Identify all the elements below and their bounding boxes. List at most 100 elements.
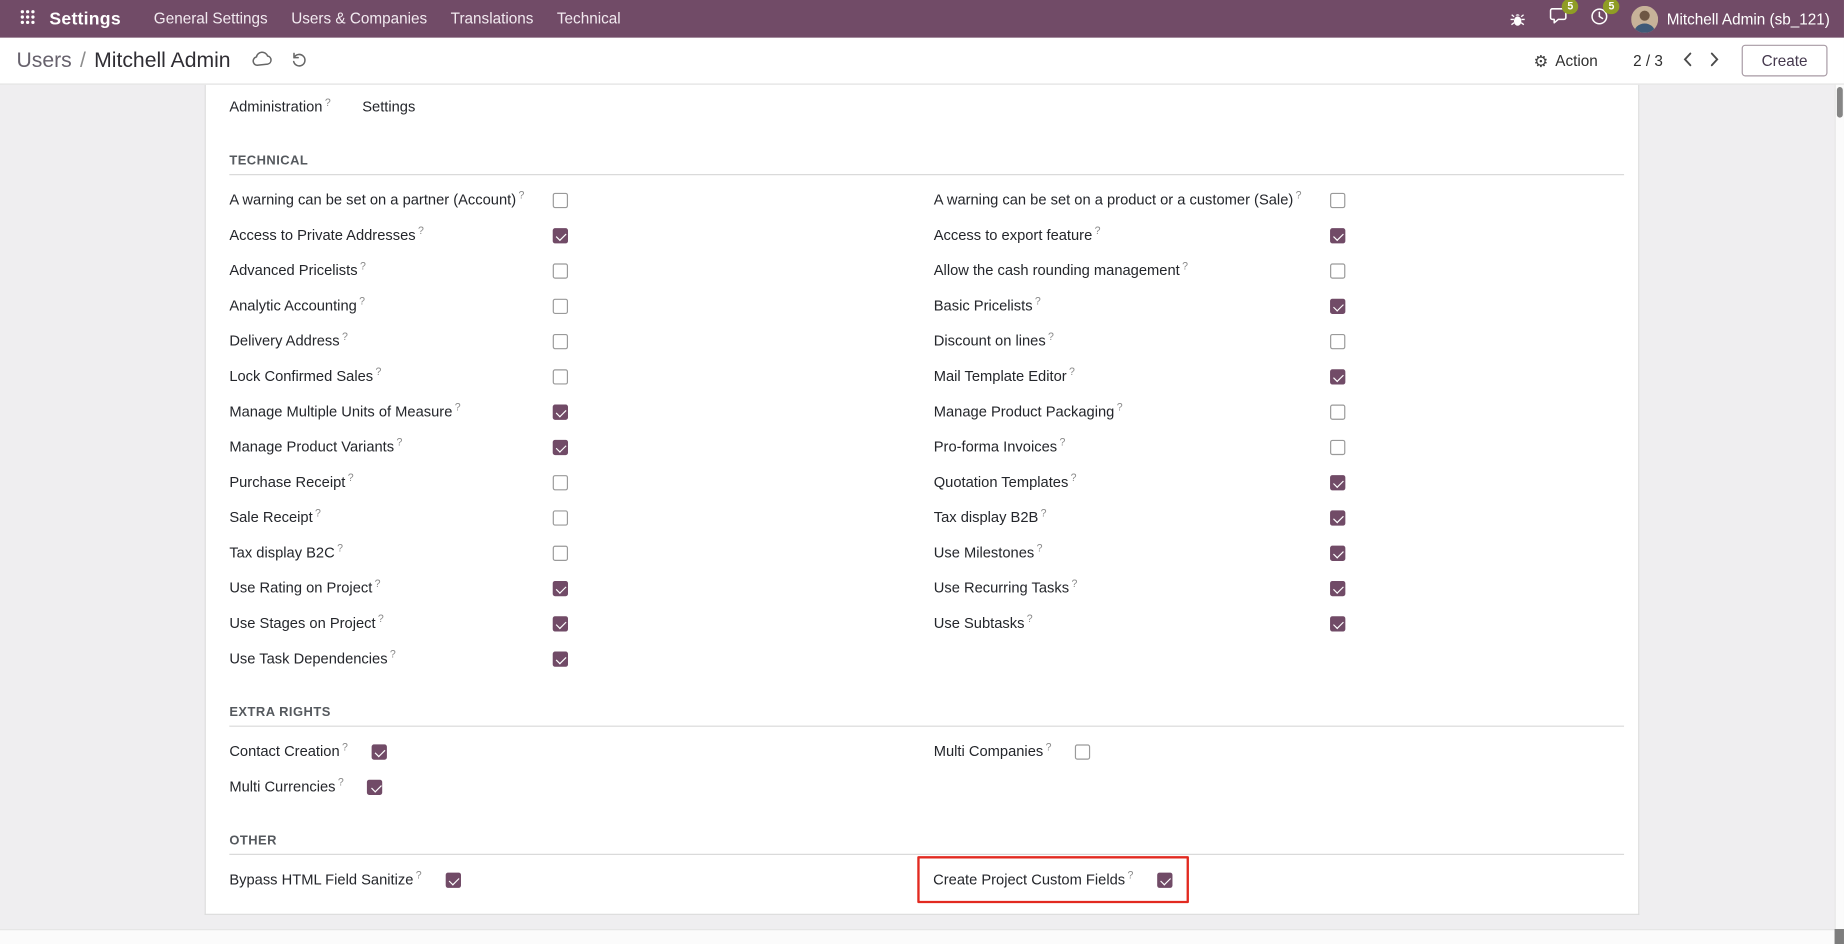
checkbox[interactable] (1330, 298, 1345, 313)
field-label-text: Basic Pricelists (934, 298, 1033, 314)
checkbox[interactable] (1330, 616, 1345, 631)
checkbox[interactable] (553, 545, 568, 560)
checkbox[interactable] (553, 192, 568, 207)
user-menu[interactable]: Mitchell Admin (sb_121) (1631, 5, 1829, 32)
checkbox[interactable] (553, 228, 568, 243)
menu-technical[interactable]: Technical (545, 0, 632, 38)
field-label: Pro-forma Invoices? (934, 439, 1066, 455)
field-box: Manage Product Packaging? (934, 401, 1346, 422)
checkbox[interactable] (1157, 872, 1172, 887)
administration-field-row: Administration? Settings (229, 94, 1624, 120)
checkbox[interactable] (1330, 263, 1345, 278)
checkbox[interactable] (553, 298, 568, 313)
field-box: Sale Receipt? (229, 507, 568, 528)
field-label: Analytic Accounting? (229, 298, 365, 314)
vertical-scrollbar[interactable] (1835, 85, 1844, 929)
checkbox[interactable] (553, 475, 568, 490)
help-icon: ? (416, 869, 422, 881)
checkbox[interactable] (553, 333, 568, 348)
checkbox[interactable] (1330, 545, 1345, 560)
administration-value[interactable]: Settings (362, 99, 415, 115)
field-label-text: Administration (229, 99, 322, 115)
checkbox[interactable] (445, 872, 460, 887)
label-wrap: Basic Pricelists? (934, 295, 1330, 316)
section-title: TECHNICAL (229, 154, 1624, 175)
help-icon: ? (1095, 225, 1101, 237)
field-label: Bypass HTML Field Sanitize? (229, 872, 421, 888)
checkbox[interactable] (1330, 404, 1345, 419)
annotation-highlight: Create Project Custom Fields? (917, 856, 1189, 903)
field-label-text: Advanced Pricelists (229, 262, 357, 278)
checkbox[interactable] (371, 744, 386, 759)
checkbox[interactable] (553, 651, 568, 666)
checkbox[interactable] (1330, 510, 1345, 525)
checkbox[interactable] (1330, 439, 1345, 454)
field-column-right: Multi Companies? (927, 734, 1624, 805)
checkbox[interactable] (553, 510, 568, 525)
field-label-text: Use Subtasks (934, 615, 1025, 631)
content-area: Administration? Settings TECHNICAL A warn… (0, 85, 1844, 944)
checkbox[interactable] (553, 404, 568, 419)
action-menu-button[interactable]: ⚙ Action (1533, 52, 1597, 70)
pager-next-button[interactable] (1710, 51, 1719, 70)
checkbox-sections: TECHNICAL A warning can be set on a partn… (229, 154, 1624, 897)
menu-users-companies[interactable]: Users & Companies (279, 0, 438, 38)
field-row: Manage Multiple Units of Measure? (229, 394, 926, 429)
help-icon: ? (342, 330, 348, 342)
section-technical: TECHNICAL A warning can be set on a partn… (229, 154, 1624, 676)
help-icon: ? (375, 577, 381, 589)
field-box: Advanced Pricelists? (229, 260, 568, 281)
label-wrap: Allow the cash rounding management? (934, 260, 1330, 281)
breadcrumb-users-link[interactable]: Users (16, 48, 71, 73)
section-title: OTHER (229, 834, 1624, 855)
messages-button[interactable]: 5 (1549, 7, 1568, 31)
label-wrap: Tax display B2B? (934, 507, 1330, 528)
vertical-scrollbar-thumb[interactable] (1837, 87, 1843, 118)
app-name[interactable]: Settings (49, 9, 120, 29)
field-label-text: Access to export feature (934, 227, 1093, 243)
help-icon: ? (1046, 741, 1052, 753)
debug-icon[interactable] (1509, 10, 1527, 28)
field-label: Create Project Custom Fields? (933, 872, 1133, 888)
field-row: Manage Product Variants? (229, 429, 926, 464)
save-button[interactable] (252, 51, 273, 71)
checkbox[interactable] (1330, 228, 1345, 243)
field-box: Multi Companies? (934, 741, 1091, 762)
checkbox[interactable] (367, 779, 382, 794)
field-label: A warning can be set on a product or a c… (934, 192, 1302, 208)
menu-general-settings[interactable]: General Settings (142, 0, 279, 38)
help-icon: ? (348, 471, 354, 483)
checkbox[interactable] (1330, 369, 1345, 384)
checkbox[interactable] (1330, 475, 1345, 490)
checkbox[interactable] (1075, 744, 1090, 759)
checkbox[interactable] (1330, 192, 1345, 207)
breadcrumb-current: Mitchell Admin (94, 48, 230, 73)
checkbox[interactable] (1330, 333, 1345, 348)
pager-previous-button[interactable] (1683, 51, 1692, 70)
checkbox[interactable] (553, 580, 568, 595)
label-wrap: Bypass HTML Field Sanitize? (229, 869, 421, 890)
horizontal-scrollbar[interactable] (0, 929, 1835, 944)
section-other: OTHER Bypass HTML Field Sanitize? Create P… (229, 834, 1624, 898)
save-indicators (252, 50, 308, 71)
label-wrap: Lock Confirmed Sales? (229, 366, 552, 387)
discard-button[interactable] (291, 50, 309, 71)
undo-arrow-icon (291, 50, 309, 71)
checkbox[interactable] (553, 439, 568, 454)
top-menus: General Settings Users & Companies Trans… (142, 0, 632, 38)
field-row: Advanced Pricelists? (229, 253, 926, 288)
create-button[interactable]: Create (1742, 45, 1828, 77)
apps-menu-button[interactable] (14, 0, 40, 38)
label-wrap: Create Project Custom Fields? (933, 869, 1133, 890)
label-wrap: Advanced Pricelists? (229, 260, 552, 281)
checkbox[interactable] (1330, 580, 1345, 595)
checkbox[interactable] (553, 263, 568, 278)
checkbox[interactable] (553, 616, 568, 631)
field-box: Access to export feature? (934, 225, 1346, 246)
activities-button[interactable]: 5 (1590, 6, 1609, 31)
checkbox[interactable] (553, 369, 568, 384)
menu-translations[interactable]: Translations (439, 0, 545, 38)
field-box: A warning can be set on a partner (Accou… (229, 189, 568, 210)
field-label-text: Access to Private Addresses (229, 227, 415, 243)
field-label-text: Create Project Custom Fields (933, 872, 1125, 888)
